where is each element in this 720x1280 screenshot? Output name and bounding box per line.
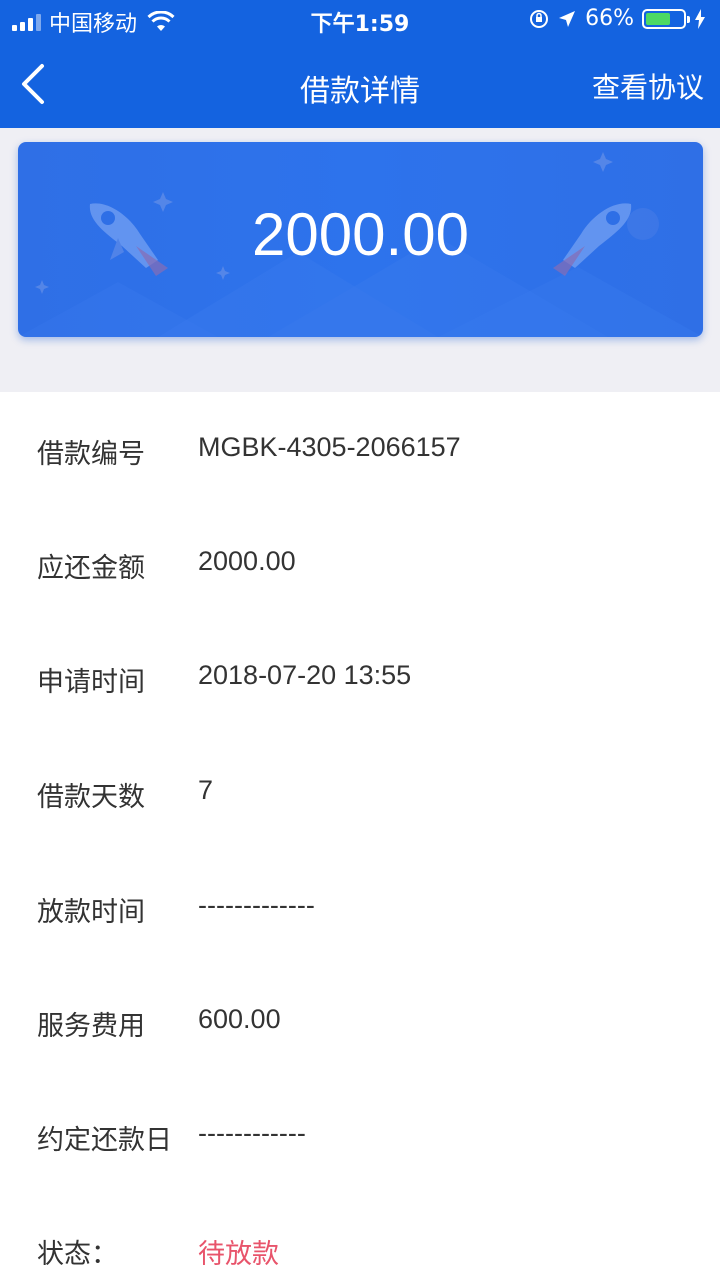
header: 中国移动 下午1:59 66% 借款详情 查看协议 (0, 0, 720, 128)
detail-row: 申请时间 2018-07-20 13:55 (0, 646, 720, 706)
loan-amount: 2000.00 (252, 201, 469, 268)
row-value: MGBK-4305-2066157 (198, 432, 461, 462)
status-badge: 待放款 (198, 1239, 279, 1270)
row-label: 应还金额 (37, 553, 145, 584)
row-label: 约定还款日 (37, 1125, 172, 1156)
row-label: 申请时间 (37, 667, 145, 698)
row-label: 服务费用 (37, 1011, 145, 1042)
orientation-lock-icon (530, 9, 549, 28)
row-value: 2000.00 (198, 546, 296, 576)
battery-percent: 66% (585, 6, 634, 31)
charging-bolt-icon (695, 8, 705, 29)
row-value: 2018-07-20 13:55 (198, 660, 412, 690)
detail-row: 约定还款日 ------------ (0, 1104, 720, 1164)
amount-banner: 2000.00 (18, 142, 703, 337)
status-bar: 中国移动 下午1:59 66% (0, 0, 720, 40)
battery-fill (646, 12, 670, 25)
row-value: ------------ (198, 1118, 306, 1148)
row-label: 状态： (37, 1239, 118, 1270)
row-label: 借款天数 (37, 782, 145, 813)
row-label: 借款编号 (37, 439, 145, 470)
loan-details: 借款编号 MGBK-4305-2066157 应还金额 2000.00 申请时间… (0, 392, 720, 1280)
navigation-bar: 借款详情 查看协议 (0, 40, 720, 128)
detail-row: 借款编号 MGBK-4305-2066157 (0, 418, 720, 478)
detail-row: 借款天数 7 (0, 761, 720, 821)
row-label: 放款时间 (37, 897, 145, 928)
row-value: ------------- (198, 890, 315, 920)
battery-icon (642, 8, 690, 29)
detail-row: 应还金额 2000.00 (0, 532, 720, 592)
row-value: 600.00 (198, 1004, 281, 1034)
detail-row: 状态： 待放款 (0, 1218, 720, 1278)
detail-row: 放款时间 ------------- (0, 876, 720, 936)
detail-row: 服务费用 600.00 (0, 990, 720, 1050)
status-bar-right: 66% (529, 6, 706, 31)
view-agreement-button[interactable]: 查看协议 (592, 66, 704, 106)
row-value: 7 (198, 775, 214, 805)
location-arrow-icon (559, 10, 576, 27)
